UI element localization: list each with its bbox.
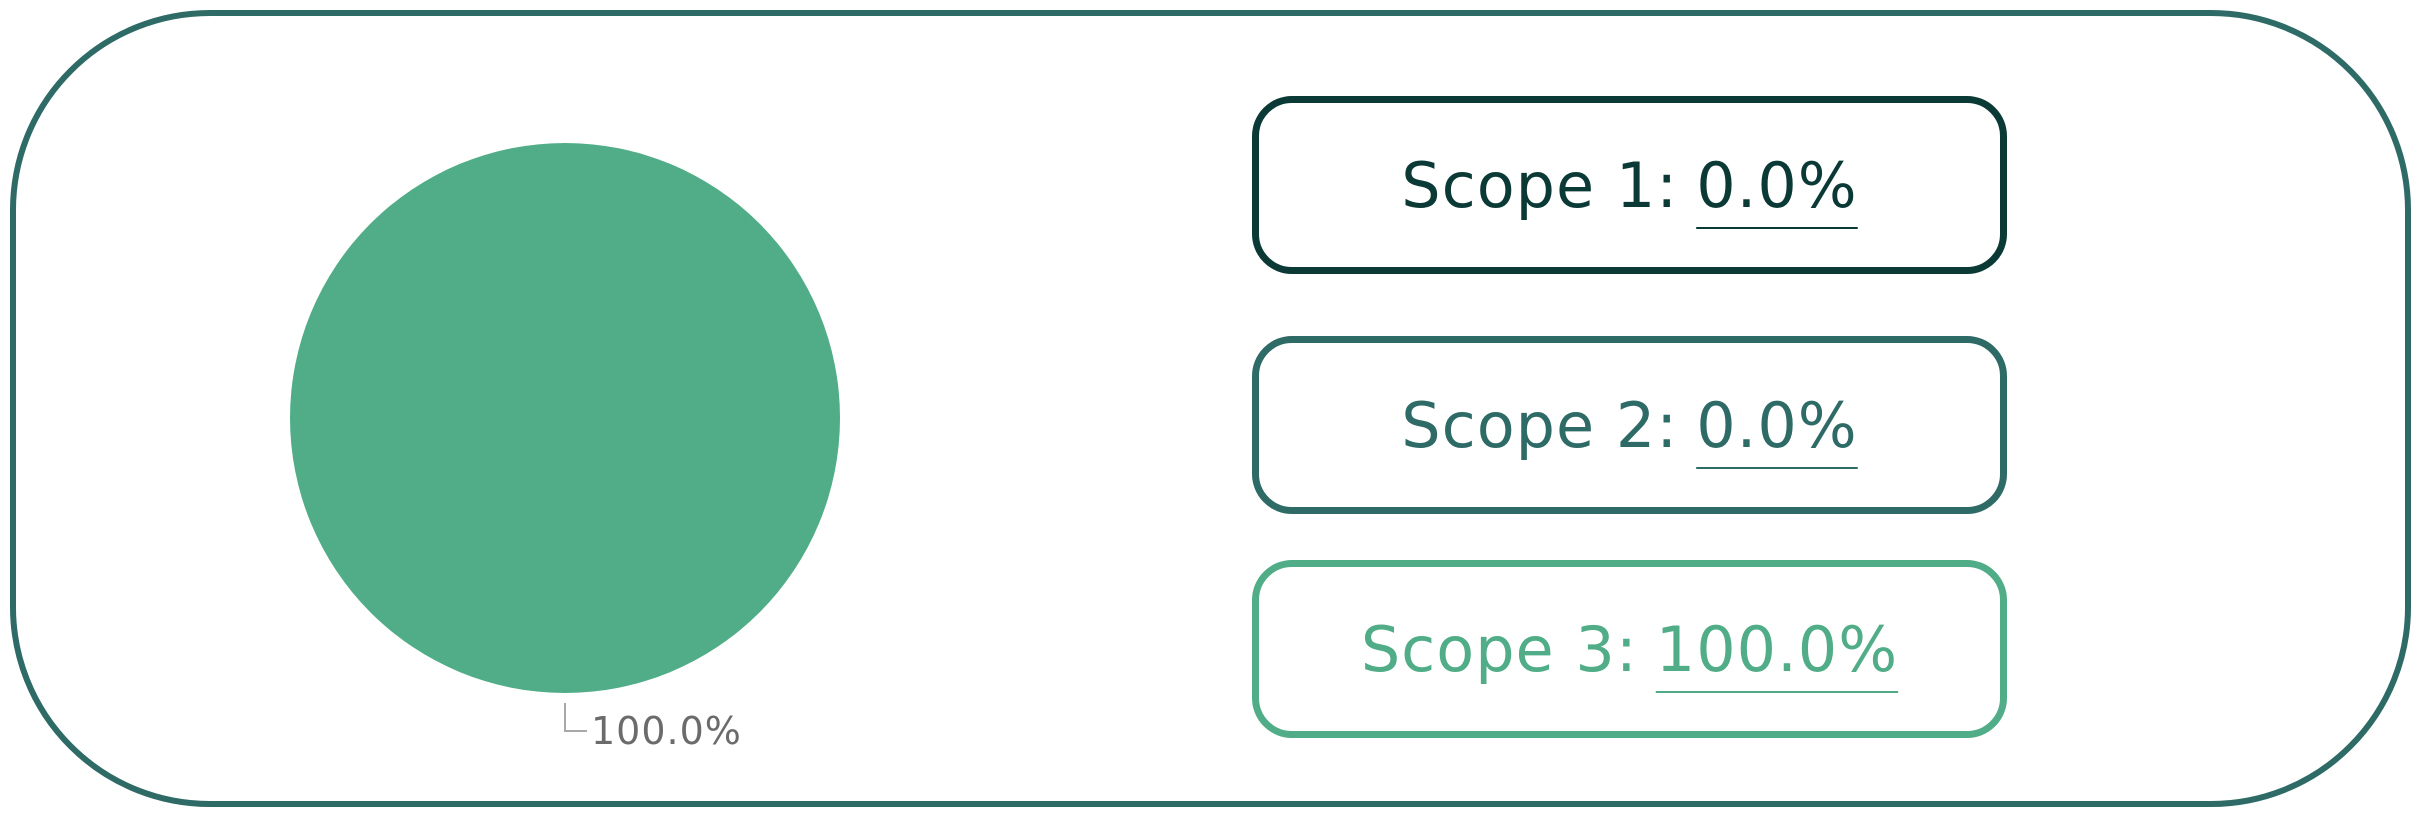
scope-3-card[interactable]: Scope 3: 100.0% [1252, 560, 2007, 738]
pie-data-labels: 100.0% [564, 703, 742, 753]
scope-cards: Scope 1: 0.0% Scope 2: 0.0% Scope 3: 100… [1252, 96, 2007, 738]
scope-2-card[interactable]: Scope 2: 0.0% [1252, 336, 2007, 514]
pie-data-label-scope-3: 100.0% [591, 709, 742, 753]
pie-chart-svg: 100.0% [290, 143, 840, 753]
scope-3-value: 100.0% [1655, 612, 1899, 686]
pie-chart: 100.0% [280, 135, 860, 755]
scope-3-label: Scope 3: [1360, 612, 1638, 686]
scope-1-value: 0.0% [1696, 148, 1858, 222]
pie-slices [290, 143, 840, 693]
scope-2-value: 0.0% [1696, 388, 1858, 462]
scope-2-label: Scope 2: [1401, 388, 1679, 462]
scope-1-card[interactable]: Scope 1: 0.0% [1252, 96, 2007, 274]
pie-slice-scope-3 [290, 143, 840, 693]
scope-1-label: Scope 1: [1401, 148, 1679, 222]
pie-leader-line-scope-3 [564, 703, 587, 732]
